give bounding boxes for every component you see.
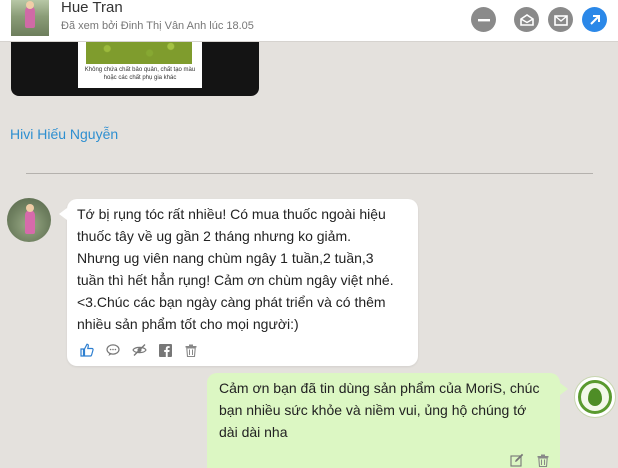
message-bubble-outgoing: Cảm ơn bạn đã tin dùng sản phẩm của Mori… xyxy=(207,373,568,468)
edit-icon xyxy=(510,453,524,467)
divider xyxy=(26,173,593,174)
avatar-head xyxy=(26,1,34,9)
open-button[interactable] xyxy=(582,7,607,32)
hide-button[interactable] xyxy=(131,342,147,358)
facebook-icon xyxy=(158,343,172,357)
avatar[interactable] xyxy=(11,0,49,36)
chat-header: Hue Tran Đã xem bởi Đinh Thị Vân Anh lúc… xyxy=(0,0,618,42)
moringa-leaves-image xyxy=(86,42,192,64)
minus-icon xyxy=(477,18,490,21)
mention-link[interactable]: Hivi Hiếu Nguyễn xyxy=(10,126,118,142)
page-avatar[interactable] xyxy=(574,376,616,418)
comment-icon xyxy=(106,344,120,356)
message-text: Tớ bị rụng tóc rất nhiều! Có mua thuốc n… xyxy=(77,206,394,332)
mail-button[interactable] xyxy=(514,7,539,32)
edit-button[interactable] xyxy=(509,452,525,468)
envelope-icon xyxy=(553,14,568,26)
comment-button[interactable] xyxy=(105,342,121,358)
message-text: Cảm ơn bạn đã tin dùng sản phẩm của Mori… xyxy=(219,380,540,440)
delete-button[interactable] xyxy=(535,452,551,468)
avatar-head xyxy=(26,204,34,212)
facebook-share-button[interactable] xyxy=(157,342,173,358)
message-bubble-incoming: Tớ bị rụng tóc rất nhiều! Có mua thuốc n… xyxy=(59,199,418,366)
minimize-button[interactable] xyxy=(471,7,496,32)
mail-all-button[interactable] xyxy=(548,7,573,32)
leaf-icon xyxy=(588,388,602,406)
like-button[interactable] xyxy=(79,342,95,358)
avatar-figure xyxy=(25,210,35,234)
delete-button[interactable] xyxy=(183,342,199,358)
contact-name[interactable]: Hue Tran xyxy=(61,0,123,16)
seen-status: Đã xem bởi Đinh Thị Vân Anh lúc 18.05 xyxy=(61,20,254,32)
message-actions xyxy=(79,342,199,358)
hide-icon xyxy=(131,344,147,356)
avatar-figure xyxy=(25,6,35,28)
image-attachment[interactable]: Không chứa chất bảo quản, chất tạo màu h… xyxy=(11,42,259,96)
avatar[interactable] xyxy=(7,198,51,242)
like-icon xyxy=(80,343,94,357)
external-link-icon xyxy=(589,14,600,25)
product-image: Không chứa chất bảo quản, chất tạo màu h… xyxy=(78,42,202,88)
envelope-open-icon xyxy=(519,13,534,26)
moris-logo xyxy=(578,380,612,414)
message-actions xyxy=(509,452,551,468)
trash-icon xyxy=(185,344,197,357)
trash-icon xyxy=(537,454,549,467)
image-caption: Không chứa chất bảo quản, chất tạo màu h… xyxy=(84,67,196,81)
